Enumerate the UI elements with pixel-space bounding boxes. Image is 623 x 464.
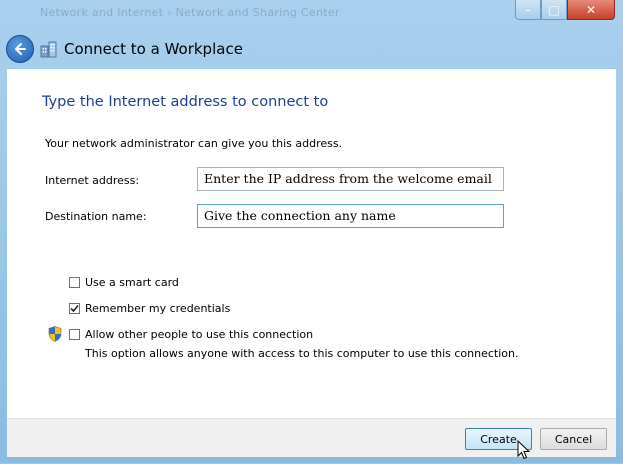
wizard-content: Type the Internet address to connect to … [7, 69, 616, 418]
back-button[interactable] [6, 35, 34, 63]
description-text: Your network administrator can give you … [45, 137, 343, 150]
mouse-pointer-icon [517, 439, 531, 460]
network-building-icon [40, 40, 58, 58]
internet-address-label: Internet address: [45, 174, 140, 187]
destination-name-input[interactable]: Give the connection any name [197, 204, 504, 228]
main-instruction: Type the Internet address to connect to [42, 94, 329, 110]
background-window-text: Network and Internet › Network and Shari… [40, 6, 340, 19]
wizard-header: Connect to a Workplace [6, 30, 243, 68]
cancel-button[interactable]: Cancel [540, 428, 607, 450]
minimize-button[interactable]: – [515, 0, 541, 20]
smart-card-checkbox[interactable] [69, 277, 80, 288]
internet-address-input[interactable]: Enter the IP address from the welcome em… [197, 167, 504, 191]
allow-others-note: This option allows anyone with access to… [85, 347, 519, 360]
close-button[interactable]: ✕ [567, 0, 615, 20]
allow-others-option[interactable]: Allow other people to use this connectio… [69, 328, 313, 341]
allow-others-checkbox[interactable] [69, 329, 80, 340]
destination-name-label: Destination name: [45, 210, 147, 223]
allow-others-label: Allow other people to use this connectio… [85, 328, 314, 341]
remember-credentials-label: Remember my credentials [85, 302, 231, 315]
uac-shield-icon [48, 326, 62, 342]
smart-card-label: Use a smart card [85, 276, 179, 289]
window-controls: – □ ✕ [515, 0, 615, 20]
smart-card-option[interactable]: Use a smart card [69, 276, 179, 289]
checkmark-icon [70, 304, 79, 313]
remember-credentials-checkbox[interactable] [69, 303, 80, 314]
wizard-title: Connect to a Workplace [64, 40, 243, 58]
maximize-button[interactable]: □ [541, 0, 567, 20]
dialog-window-frame: Network and Internet › Network and Shari… [0, 0, 623, 463]
back-arrow-icon [15, 43, 26, 55]
remember-credentials-option[interactable]: Remember my credentials [69, 302, 230, 315]
